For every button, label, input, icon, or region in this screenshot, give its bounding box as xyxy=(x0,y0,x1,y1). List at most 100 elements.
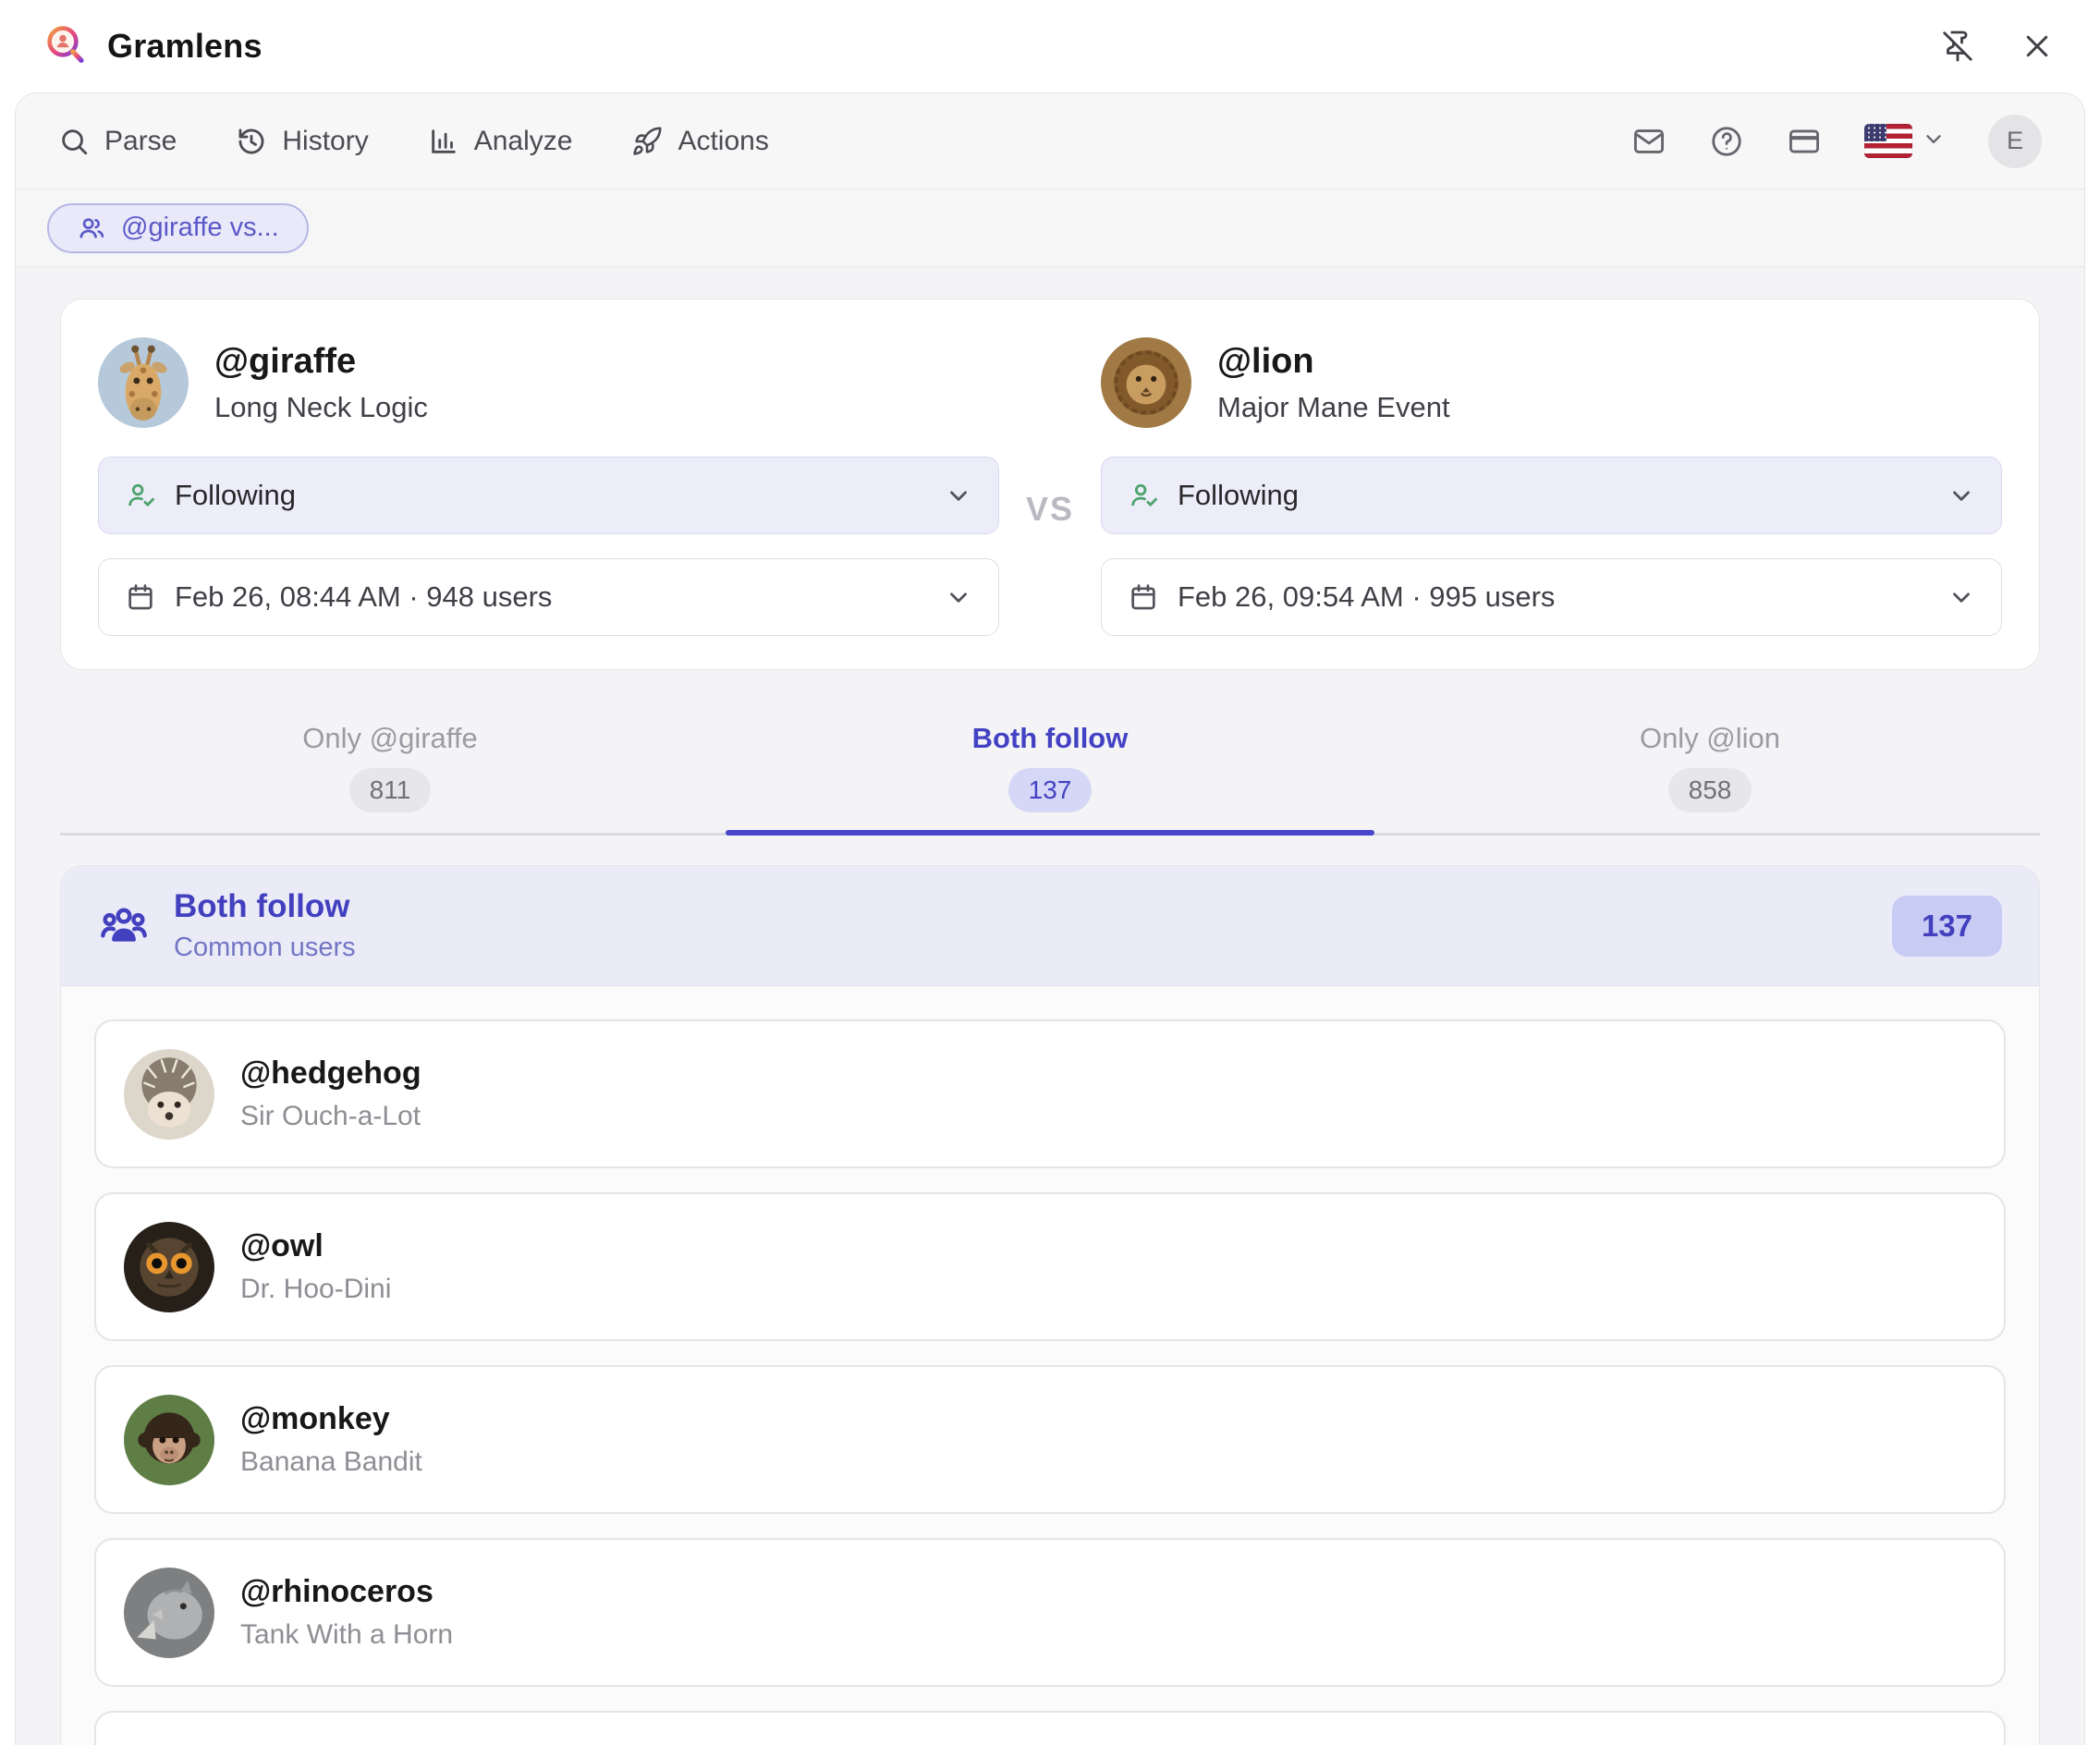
nav-item-label: Analyze xyxy=(474,126,573,157)
section-titles: Both follow Common users xyxy=(174,888,356,963)
section-header: Both follow Common users 137 xyxy=(61,866,2039,986)
title-bar: Gramlens xyxy=(0,0,2100,92)
comparison-chip-label: @giraffe vs... xyxy=(121,213,279,243)
unpin-icon[interactable] xyxy=(1937,26,1978,67)
chevron-down-icon xyxy=(1922,127,1946,155)
avatar-owl xyxy=(124,1222,214,1312)
nav-item-label: Parse xyxy=(104,126,177,157)
section-title: Both follow xyxy=(174,888,356,925)
list-item-hedgehog[interactable]: @hedgehog Sir Ouch-a-Lot xyxy=(94,1019,2006,1168)
list-item-username: @monkey xyxy=(240,1401,422,1437)
list-item-rhinoceros[interactable]: @rhinoceros Tank With a Horn xyxy=(94,1538,2006,1687)
section-count-badge: 137 xyxy=(1892,896,2002,957)
list-item-username: @hedgehog xyxy=(240,1056,421,1092)
list-item-username: @rhinoceros xyxy=(240,1574,453,1610)
profile-header: @lion Major Mane Event xyxy=(1101,331,2002,434)
users-icon xyxy=(77,214,106,243)
list-item-names: @rhinoceros Tank With a Horn xyxy=(240,1574,453,1651)
vs-label: VS xyxy=(1026,490,1074,636)
tab-only-lion[interactable]: Only @lion 858 xyxy=(1380,716,2040,833)
tab-only-giraffe[interactable]: Only @giraffe 811 xyxy=(60,716,720,833)
snapshot-value: Feb 26, 08:44 AM · 948 users xyxy=(175,580,926,614)
profile-display-name: Long Neck Logic xyxy=(214,391,428,424)
list-item-owl[interactable]: @owl Dr. Hoo-Dini xyxy=(94,1192,2006,1341)
nav-item-label: History xyxy=(282,126,368,157)
session-chip-row: @giraffe vs... xyxy=(16,189,2084,267)
common-users-list: @hedgehog Sir Ouch-a-Lot xyxy=(61,986,2039,1745)
result-tabs: Only @giraffe 811 Both follow 137 Only @… xyxy=(60,716,2040,836)
profile-display-name: Major Mane Event xyxy=(1217,391,1450,424)
list-item-display-name: Banana Bandit xyxy=(240,1446,422,1478)
section-subtitle: Common users xyxy=(174,933,356,963)
profile-header: @giraffe Long Neck Logic xyxy=(98,331,999,434)
list-type-value: Following xyxy=(1178,479,1929,512)
comparison-chip[interactable]: @giraffe vs... xyxy=(47,203,309,253)
tab-count-badge: 858 xyxy=(1668,768,1752,812)
mail-icon[interactable] xyxy=(1631,124,1667,159)
list-item-display-name: Tank With a Horn xyxy=(240,1619,453,1651)
list-item-display-name: Dr. Hoo-Dini xyxy=(240,1274,391,1305)
profile-names: @giraffe Long Neck Logic xyxy=(214,342,428,424)
tab-label: Only @giraffe xyxy=(302,722,477,755)
comparison-card: @giraffe Long Neck Logic Following xyxy=(60,299,2040,670)
content-area: @giraffe Long Neck Logic Following xyxy=(16,267,2084,1745)
rocket-icon xyxy=(631,126,663,157)
user-check-icon xyxy=(125,480,156,511)
list-item-partial[interactable] xyxy=(94,1711,2006,1745)
list-item-monkey[interactable]: @monkey Banana Bandit xyxy=(94,1365,2006,1514)
list-item-username: @owl xyxy=(240,1228,391,1264)
snapshot-select-left[interactable]: Feb 26, 08:44 AM · 948 users xyxy=(98,558,999,636)
vs-cell: VS xyxy=(1008,331,1092,636)
main-panel: Parse History Analyze xyxy=(15,92,2085,1745)
list-item-names: @hedgehog Sir Ouch-a-Lot xyxy=(240,1056,421,1132)
chevron-down-icon xyxy=(1947,583,1975,611)
tab-label: Both follow xyxy=(972,722,1129,755)
tab-count-badge: 811 xyxy=(349,768,432,812)
tab-both-follow[interactable]: Both follow 137 xyxy=(720,716,1380,833)
nav-item-analyze[interactable]: Analyze xyxy=(428,126,573,157)
avatar-hedgehog xyxy=(124,1049,214,1140)
nav-item-parse[interactable]: Parse xyxy=(58,126,177,157)
chevron-down-icon xyxy=(1947,482,1975,509)
chevron-down-icon xyxy=(945,583,972,611)
bar-chart-icon xyxy=(428,126,459,157)
nav-item-actions[interactable]: Actions xyxy=(631,126,768,157)
us-flag-icon xyxy=(1864,124,1912,158)
nav-item-history[interactable]: History xyxy=(236,126,368,157)
tab-count-badge: 137 xyxy=(1008,768,1093,812)
gramlens-logo-icon xyxy=(43,22,91,70)
group-icon xyxy=(98,900,150,952)
user-avatar[interactable]: E xyxy=(1988,115,2042,168)
chevron-down-icon xyxy=(945,482,972,509)
search-icon xyxy=(58,126,90,157)
nav-bar: Parse History Analyze xyxy=(16,93,2084,189)
avatar-monkey xyxy=(124,1395,214,1485)
list-type-value: Following xyxy=(175,479,926,512)
profile-username: @giraffe xyxy=(214,342,428,382)
profile-column-right: @lion Major Mane Event Following xyxy=(1101,331,2002,636)
user-check-icon xyxy=(1128,480,1159,511)
language-selector[interactable] xyxy=(1864,124,1946,158)
tab-label: Only @lion xyxy=(1640,722,1780,755)
avatar-giraffe xyxy=(98,337,189,428)
list-type-select-right[interactable]: Following xyxy=(1101,457,2002,534)
app-window: Gramlens Parse xyxy=(0,0,2100,1745)
close-icon[interactable] xyxy=(2017,26,2057,67)
list-type-select-left[interactable]: Following xyxy=(98,457,999,534)
snapshot-value: Feb 26, 09:54 AM · 995 users xyxy=(1178,580,1929,614)
app-title: Gramlens xyxy=(107,27,262,66)
user-avatar-initial: E xyxy=(2007,127,2023,155)
calendar-icon xyxy=(1128,581,1159,613)
profile-column-left: @giraffe Long Neck Logic Following xyxy=(98,331,999,636)
calendar-icon xyxy=(125,581,156,613)
billing-card-icon[interactable] xyxy=(1787,124,1822,159)
list-item-display-name: Sir Ouch-a-Lot xyxy=(240,1101,421,1132)
nav-item-label: Actions xyxy=(678,126,768,157)
both-follow-section: Both follow Common users 137 xyxy=(60,865,2040,1745)
help-icon[interactable] xyxy=(1709,124,1744,159)
snapshot-select-right[interactable]: Feb 26, 09:54 AM · 995 users xyxy=(1101,558,2002,636)
profile-username: @lion xyxy=(1217,342,1450,382)
avatar-lion xyxy=(1101,337,1191,428)
list-item-names: @owl Dr. Hoo-Dini xyxy=(240,1228,391,1305)
avatar-rhinoceros xyxy=(124,1568,214,1658)
